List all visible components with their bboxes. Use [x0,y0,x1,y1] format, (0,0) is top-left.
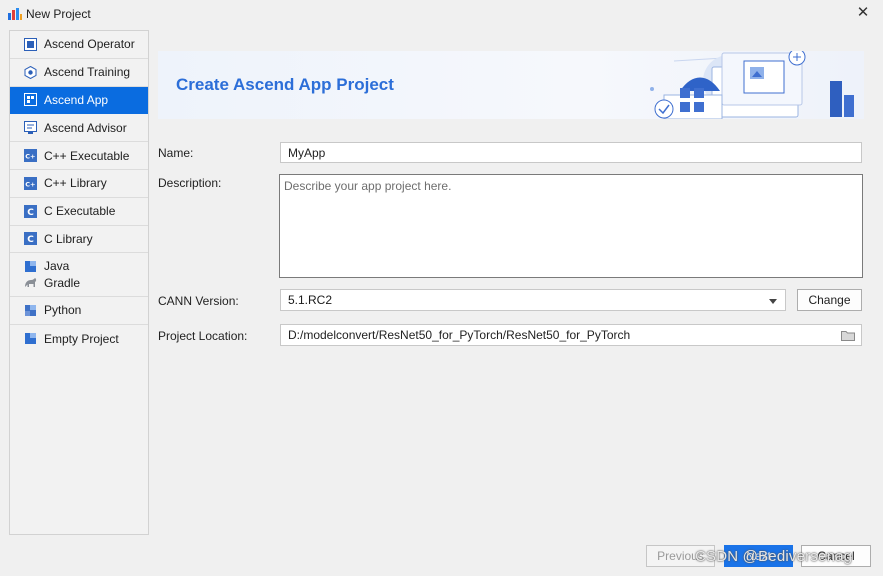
name-label: Name: [158,146,194,160]
description-placeholder: Describe your app project here. [284,179,452,193]
title-bar: New Project ✕ [0,0,883,28]
sidebar-item-label: C Executable [44,204,116,219]
header-banner: Create Ascend App Project [158,51,864,119]
description-label: Description: [158,176,222,190]
sidebar-item-label: Ascend Operator [44,37,135,52]
project-location-label: Project Location: [158,329,248,343]
gradle-icon [24,276,37,289]
sidebar-item-gradle[interactable]: Gradle [10,273,148,297]
cann-version-select[interactable]: 5.1.RC2 [280,289,786,311]
banner-title: Create Ascend App Project [176,75,394,94]
window-title: New Project [26,7,91,21]
sidebar-item-label: Java [44,259,70,274]
c-icon: C [24,232,37,246]
sidebar-item-label: C++ Executable [44,148,130,163]
sidebar-item-label: Gradle [44,275,81,290]
ascend-operator-icon [24,37,37,51]
sidebar-item-ascend-advisor[interactable]: Ascend Advisor [10,114,148,143]
sidebar-item-label: Ascend App [44,92,109,107]
cpp-icon: C+ [24,176,37,190]
sidebar-item-java[interactable]: Java [10,253,148,273]
svg-text:C+: C+ [25,180,35,188]
close-icon[interactable]: ✕ [855,5,871,21]
java-icon [24,260,37,273]
c-icon: C [24,204,37,218]
sidebar-item-ascend-app[interactable]: Ascend App [10,86,148,115]
cann-version-value: 5.1.RC2 [288,293,333,307]
sidebar-item-label: Empty Project [44,331,119,346]
folder-browse-icon[interactable] [841,330,855,341]
sidebar-item-label: C++ Library [44,176,107,191]
sidebar-item-empty-project[interactable]: Empty Project [10,325,148,353]
svg-text:C: C [27,235,34,245]
name-input[interactable]: MyApp [280,142,862,163]
sidebar-item-label: C Library [44,231,93,246]
svg-text:C+: C+ [25,152,35,160]
svg-text:C: C [27,208,34,218]
sidebar-item-cpp-executable[interactable]: C+ C++ Executable [10,142,148,170]
project-location-input[interactable]: D:/modelconvert/ResNet50_for_PyTorch/Res… [280,324,862,346]
change-button[interactable]: Change [797,289,862,311]
ascend-advisor-icon [24,121,37,135]
empty-project-icon [24,332,37,345]
sidebar-item-ascend-training[interactable]: Ascend Training [10,59,148,87]
sidebar-item-label: Ascend Advisor [44,120,127,135]
watermark-text: CSDN @Bediversenag [695,548,853,565]
sidebar-item-label: Ascend Training [44,65,131,80]
description-textarea[interactable]: Describe your app project here. [279,174,863,278]
sidebar-item-ascend-operator[interactable]: Ascend Operator [10,31,148,59]
banner-illustration-icon [650,51,854,119]
sidebar-item-c-library[interactable]: C C Library [10,226,148,254]
cpp-icon: C+ [24,149,37,163]
sidebar-item-cpp-library[interactable]: C+ C++ Library [10,170,148,198]
sidebar-item-label: Python [44,303,82,318]
app-logo-icon [8,8,22,20]
ascend-training-icon [24,65,37,79]
project-type-list: Ascend Operator Ascend Training Ascend A… [9,30,149,535]
cann-version-label: CANN Version: [158,294,239,308]
python-icon [24,304,37,317]
ascend-app-icon [24,93,37,107]
project-location-value: D:/modelconvert/ResNet50_for_PyTorch/Res… [288,328,631,342]
sidebar-item-c-executable[interactable]: C C Executable [10,198,148,226]
change-button-label: Change [808,293,851,307]
chevron-down-icon [769,299,777,304]
name-value: MyApp [288,145,326,160]
sidebar-item-python[interactable]: Python [10,297,148,325]
